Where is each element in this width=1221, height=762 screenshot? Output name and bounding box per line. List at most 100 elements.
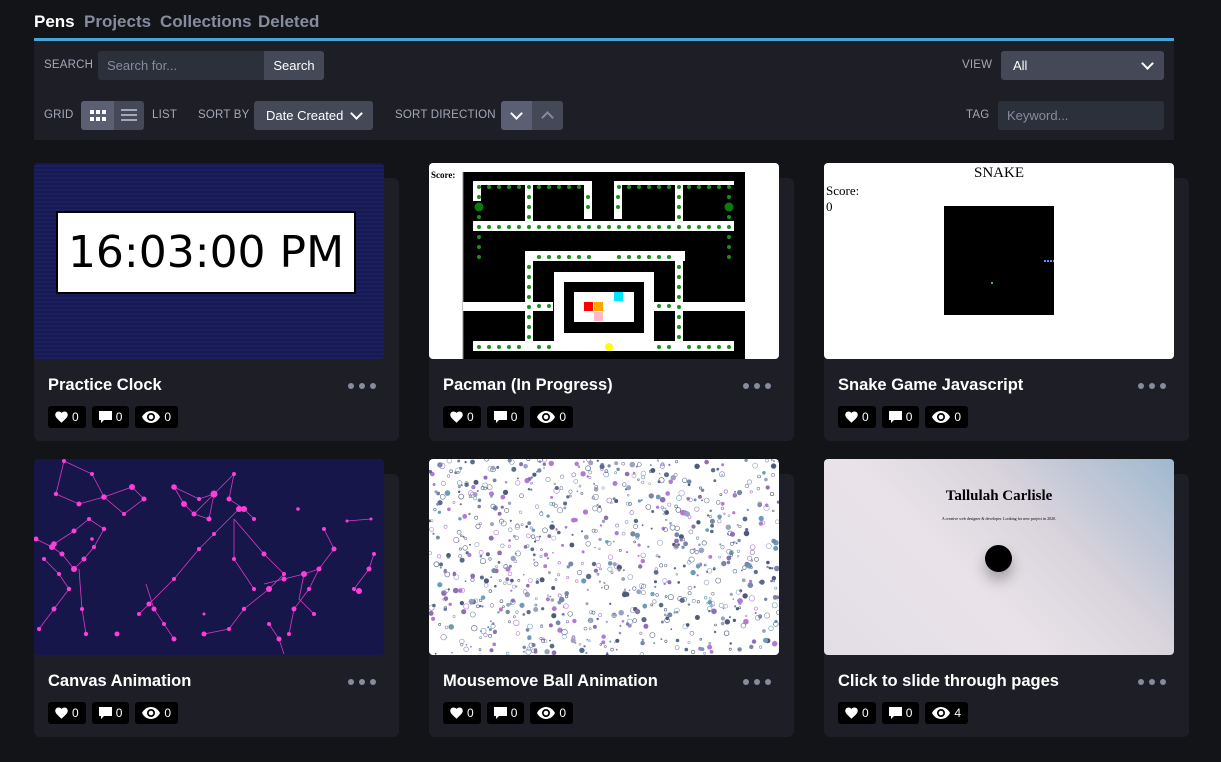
ball [548,460,554,467]
ball [442,598,445,601]
ball [551,520,554,523]
ball [664,595,668,598]
pen-preview[interactable]: Score: [429,163,779,359]
pen-card[interactable]: Score: Pacman (In Progress) 0 0 0 [429,163,794,441]
comment-button[interactable]: 0 [881,406,920,428]
ball [679,597,685,603]
ball [543,564,548,569]
ball [694,463,700,469]
ball [766,543,772,549]
more-icon[interactable] [348,679,376,687]
ball [637,543,641,547]
like-button[interactable]: 0 [838,702,876,724]
pen-preview[interactable] [34,459,384,655]
slide-heading: Tallulah Carlisle [945,488,1053,504]
ball [693,498,697,502]
comment-button[interactable]: 0 [881,702,920,724]
ball [462,545,468,551]
like-button[interactable]: 0 [48,702,86,724]
snake-heading: SNAKE [973,165,1024,181]
ball [575,579,579,583]
sort-descending-button[interactable] [501,101,532,130]
ball [673,567,677,570]
pen-preview[interactable]: SNAKE Score: 0 [824,163,1174,359]
ball [594,546,596,549]
pen-title[interactable]: Mousemove Ball Animation [443,672,658,691]
ball [470,573,476,579]
eye-icon [932,707,951,719]
ball [660,638,663,641]
pen-title[interactable]: Canvas Animation [48,672,191,691]
ball [585,602,589,606]
comment-button[interactable]: 0 [91,702,130,724]
pen-preview[interactable]: 16:03:00 PM [34,163,384,359]
ball [586,588,589,591]
tab-pens[interactable]: Pens [34,12,75,32]
ball [662,578,668,584]
ball [708,514,712,518]
like-count: 0 [862,410,869,424]
sort-ascending-button[interactable] [532,101,563,130]
heart-icon [450,411,463,423]
ball [578,643,582,646]
sort-by-select[interactable]: Date Created [254,101,373,130]
ball [535,580,539,584]
ball [665,491,670,496]
ball [555,620,561,626]
ball [551,586,556,590]
ball [601,634,606,639]
ball [622,569,625,572]
ball [536,578,539,581]
ball [524,591,530,598]
tab-collections[interactable]: Collections [160,12,252,32]
slide-ball[interactable] [985,545,1012,572]
more-icon[interactable] [743,679,771,687]
ball [617,568,621,572]
ball [707,644,713,650]
ball [698,543,701,547]
pen-preview[interactable]: Tallulah Carlisle A creative web designe… [824,459,1174,655]
ball [700,488,705,492]
ball [549,639,551,642]
pen-card[interactable]: 16:03:00 PM Practice Clock 0 0 0 [34,163,399,441]
pen-card[interactable]: SNAKE Score: 0 Snake Game Javascript 0 0… [824,163,1189,441]
ball [497,561,501,564]
like-button[interactable]: 0 [443,702,481,724]
grid-view-button[interactable] [81,101,114,130]
more-icon[interactable] [1138,383,1166,391]
ball [547,534,552,538]
list-view-button[interactable] [114,101,144,130]
ball [608,554,614,560]
ball [737,538,741,543]
pen-card[interactable]: Mousemove Ball Animation 0 0 0 [429,459,794,737]
more-icon[interactable] [743,383,771,391]
like-button[interactable]: 0 [838,406,876,428]
ball [736,555,740,558]
ball [571,533,574,536]
pen-title[interactable]: Practice Clock [48,376,162,395]
like-button[interactable]: 0 [48,406,86,428]
tag-input[interactable] [998,101,1164,130]
comment-button[interactable]: 0 [486,406,525,428]
ball [572,618,577,624]
pen-preview[interactable] [429,459,779,655]
tab-deleted[interactable]: Deleted [258,12,319,32]
tab-projects[interactable]: Projects [84,12,151,32]
more-icon[interactable] [1138,679,1166,687]
search-input[interactable] [98,51,264,80]
search-button[interactable]: Search [264,51,324,80]
pen-card[interactable]: Canvas Animation 0 0 0 [34,459,399,737]
more-icon[interactable] [348,383,376,391]
comment-button[interactable]: 0 [91,406,130,428]
pen-title[interactable]: Pacman (In Progress) [443,376,613,395]
pen-title[interactable]: Snake Game Javascript [838,376,1023,395]
ball [562,606,565,608]
view-select[interactable]: All [1001,51,1164,80]
ball [510,555,516,562]
like-button[interactable]: 0 [443,406,481,428]
ball [539,577,545,583]
ball [476,604,480,609]
pen-title[interactable]: Click to slide through pages [838,672,1059,691]
comment-button[interactable]: 0 [486,702,525,724]
pen-card[interactable]: Tallulah Carlisle A creative web designe… [824,459,1189,737]
